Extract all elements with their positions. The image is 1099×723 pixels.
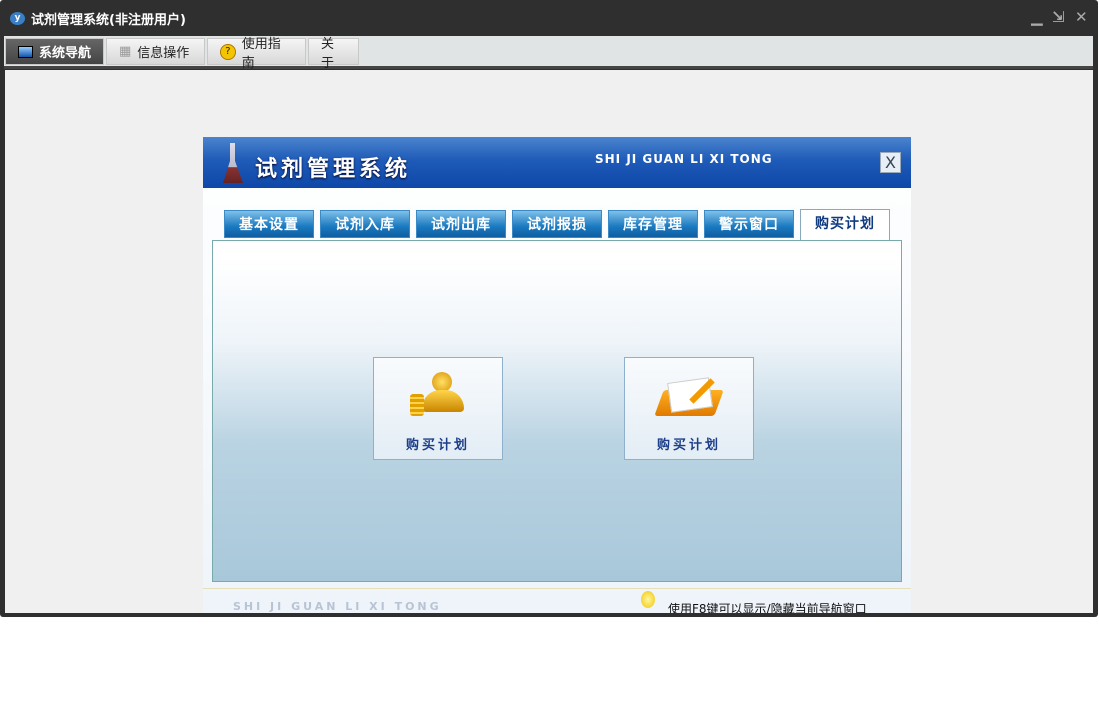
tab-inventory[interactable]: 库存管理 — [608, 210, 698, 238]
panel-title: 试剂管理系统 — [255, 157, 412, 182]
flask-icon — [223, 143, 243, 183]
top-tab-bar: 系统导航 ▦ 信息操作 ? 使用指南 关于 — [4, 36, 1093, 71]
panel-close-button[interactable]: X — [880, 152, 901, 173]
tab-label: 使用指南 — [241, 36, 281, 71]
tab-purchase-plan[interactable]: 购买计划 — [800, 209, 890, 240]
button-label: 购买计划 — [656, 438, 721, 453]
footer-subtitle: SHI JI GUAN LI XI TONG — [233, 600, 442, 613]
close-button[interactable]: ✕ — [1075, 8, 1088, 26]
minimize-button[interactable]: ▁ — [1031, 8, 1043, 26]
restore-button[interactable]: ⇲ — [1052, 8, 1065, 26]
tab-system-nav[interactable]: 系统导航 — [5, 38, 104, 65]
tab-label: 关于 — [321, 36, 335, 71]
window-title: 试剂管理系统(非注册用户) — [31, 13, 186, 28]
tab-label: 系统导航 — [39, 46, 92, 61]
panel-footer: SHI JI GUAN LI XI TONG 使用F8键可以显示/隐藏当前导航窗… — [203, 588, 911, 613]
notebook-pencil-icon — [654, 376, 724, 418]
purchase-plan-button-2[interactable]: 购买计划 — [624, 357, 754, 460]
tab-about[interactable]: 关于 — [308, 37, 359, 71]
help-icon: ? — [220, 43, 236, 60]
tab-content: 购买计划 购买计划 — [212, 240, 902, 582]
grid-icon: ▦ — [119, 44, 132, 59]
lightbulb-icon — [641, 591, 655, 608]
footer-tip: 使用F8键可以显示/隐藏当前导航窗口 — [668, 602, 867, 613]
content-area: 试剂管理系统 SHI JI GUAN LI XI TONG X 基本设置 试剂入… — [5, 70, 1093, 613]
button-label: 购买计划 — [405, 438, 470, 453]
panel-header: 试剂管理系统 SHI JI GUAN LI XI TONG X — [203, 137, 911, 188]
tab-stock-in[interactable]: 试剂入库 — [320, 210, 410, 238]
purchase-plan-button-1[interactable]: 购买计划 — [373, 357, 503, 460]
tab-stock-out[interactable]: 试剂出库 — [416, 210, 506, 238]
monitor-icon — [18, 45, 33, 58]
tab-damage-report[interactable]: 试剂报损 — [512, 210, 602, 238]
tab-info-ops[interactable]: ▦ 信息操作 — [106, 38, 205, 65]
tab-label: 信息操作 — [137, 46, 190, 61]
app-window: y 试剂管理系统(非注册用户) ▁ ⇲ ✕ 系统导航 ▦ 信息操作 ? 使用指南… — [0, 0, 1098, 617]
user-coins-icon — [410, 372, 466, 418]
title-bar: y 试剂管理系统(非注册用户) — [10, 9, 186, 28]
nav-panel: 试剂管理系统 SHI JI GUAN LI XI TONG X 基本设置 试剂入… — [203, 137, 911, 613]
tab-alert-window[interactable]: 警示窗口 — [704, 210, 794, 238]
app-logo-icon: y — [10, 12, 25, 25]
panel-subtitle: SHI JI GUAN LI XI TONG — [595, 152, 773, 166]
tab-basic-settings[interactable]: 基本设置 — [224, 210, 314, 238]
tab-user-guide[interactable]: ? 使用指南 — [207, 37, 306, 71]
